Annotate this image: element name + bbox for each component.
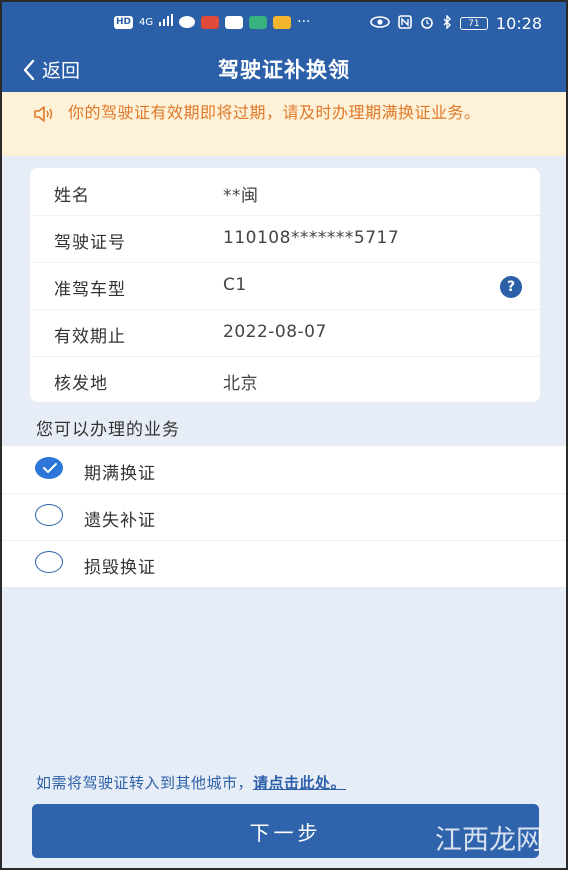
battery-icon: 71 bbox=[459, 17, 488, 30]
info-value: 110108*******5717 bbox=[223, 228, 400, 248]
alarm-icon bbox=[420, 15, 434, 33]
bluetooth-icon bbox=[442, 13, 452, 33]
info-row-vehicle-class: 准驾车型 C1 ? bbox=[30, 262, 540, 310]
hd-badge: HD bbox=[114, 15, 134, 29]
app-orange-icon bbox=[273, 15, 292, 29]
info-row-expiry: 有效期止 2022-08-07 bbox=[30, 309, 540, 357]
transfer-note-text: 如需将驾驶证转入到其他城市， bbox=[36, 774, 254, 792]
info-row-issuer: 核发地 北京 bbox=[30, 356, 540, 402]
info-value: **闽 bbox=[223, 186, 259, 206]
transfer-link[interactable]: 请点击此处。 bbox=[253, 774, 346, 792]
app-green-icon bbox=[249, 15, 268, 29]
info-value: 北京 bbox=[223, 374, 258, 394]
option-lost-replacement[interactable]: 遗失补证 bbox=[2, 493, 566, 541]
eye-icon bbox=[370, 15, 390, 32]
speaker-icon bbox=[32, 104, 56, 131]
services-title: 您可以办理的业务 bbox=[36, 420, 180, 440]
more-notifications-icon: ··· bbox=[297, 14, 311, 30]
info-row-license-number: 驾驶证号 110108*******5717 bbox=[30, 215, 540, 263]
radio-unchecked-icon[interactable] bbox=[35, 504, 63, 526]
expiry-notice: 你的驾驶证有效期即将过期，请及时办理期满换证业务。 bbox=[2, 92, 566, 156]
option-label: 损毁换证 bbox=[84, 558, 156, 578]
info-label: 准驾车型 bbox=[54, 280, 126, 300]
nfc-icon bbox=[398, 14, 412, 33]
status-left: HD 4G ··· bbox=[114, 14, 311, 30]
notice-text: 你的驾驶证有效期即将过期，请及时办理期满换证业务。 bbox=[68, 103, 481, 122]
option-label: 期满换证 bbox=[84, 464, 156, 484]
app-red-icon bbox=[201, 15, 220, 29]
radio-unchecked-icon[interactable] bbox=[35, 551, 63, 573]
signal-bars-icon bbox=[159, 14, 174, 30]
radio-checked-icon[interactable] bbox=[35, 457, 63, 479]
option-label: 遗失补证 bbox=[84, 511, 156, 531]
option-renewal[interactable]: 期满换证 bbox=[2, 446, 566, 494]
message-icon bbox=[179, 16, 196, 28]
service-options: 期满换证 遗失补证 损毁换证 bbox=[2, 446, 566, 587]
info-label: 姓名 bbox=[54, 186, 90, 206]
info-label: 有效期止 bbox=[54, 327, 126, 347]
app-blue-icon bbox=[225, 15, 244, 29]
info-label: 核发地 bbox=[54, 374, 108, 394]
nav-bar: 返回 驾驶证补换领 bbox=[2, 48, 566, 92]
info-value: 2022-08-07 bbox=[223, 322, 327, 342]
license-info-card: 姓名 **闽 驾驶证号 110108*******5717 准驾车型 C1 ? … bbox=[30, 168, 540, 402]
status-time: 10:28 bbox=[495, 14, 542, 33]
info-value: C1 bbox=[223, 275, 247, 295]
header: HD 4G ··· 71 10:28 返回 驾驶证补换领 bbox=[2, 2, 566, 92]
transfer-note: 如需将驾驶证转入到其他城市，请点击此处。 bbox=[36, 772, 346, 793]
watermark-logo: 江西龙网 bbox=[435, 825, 543, 856]
signal-label: 4G bbox=[139, 16, 154, 28]
info-label: 驾驶证号 bbox=[54, 233, 126, 253]
status-right: 71 10:28 bbox=[370, 13, 542, 33]
info-row-name: 姓名 **闽 bbox=[30, 168, 540, 216]
page-title: 驾驶证补换领 bbox=[218, 58, 350, 82]
option-damaged-replacement[interactable]: 损毁换证 bbox=[2, 540, 566, 587]
help-icon[interactable]: ? bbox=[500, 276, 522, 298]
status-bar: HD 4G ··· 71 10:28 bbox=[2, 2, 566, 42]
